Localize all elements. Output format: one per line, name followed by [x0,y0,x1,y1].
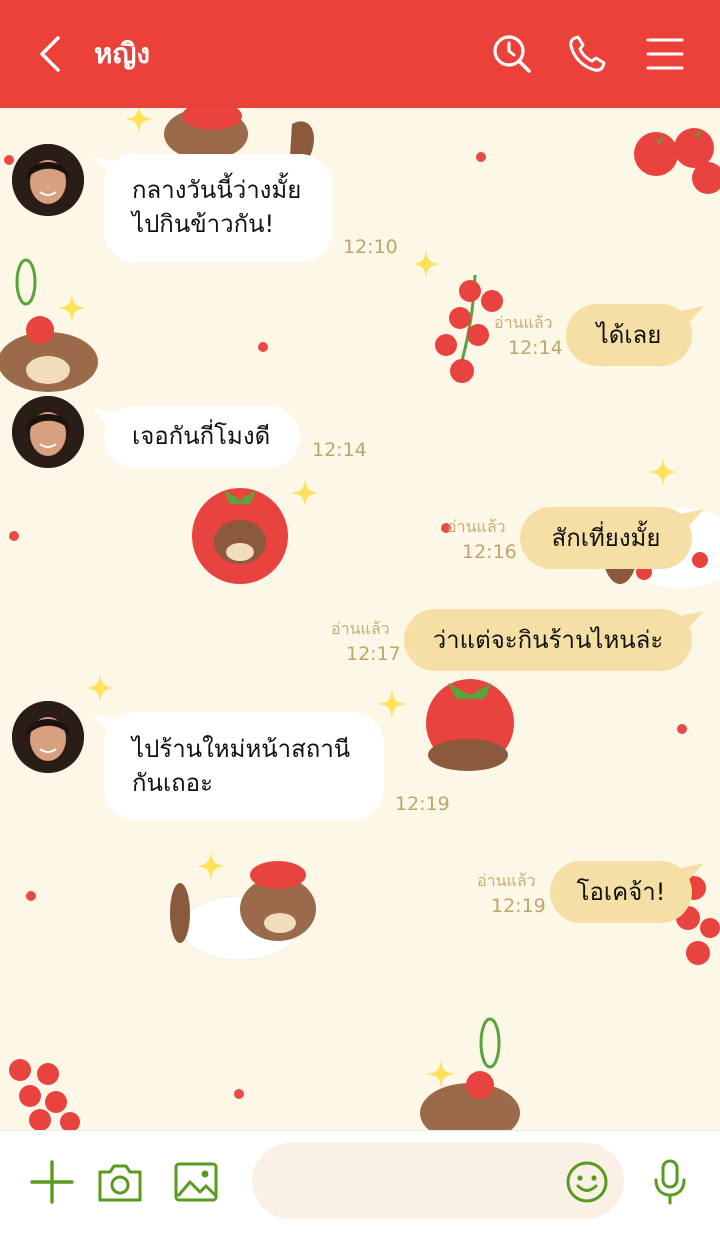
message-time: 12:14 [508,337,563,359]
sparkle-icon [85,673,115,703]
message-bubble-outgoing[interactable]: ได้เลย [566,304,692,366]
sparkle-icon [124,108,154,134]
message-bubble-incoming[interactable]: กลางวันนี้ว่างมั้ย ไปกินข้าวกัน! [104,154,332,262]
search-history-button[interactable] [488,30,536,78]
camera-button[interactable] [96,1158,144,1210]
menu-button[interactable] [641,30,689,78]
puppy-sticker [420,1017,520,1130]
message-time: 12:10 [343,236,398,258]
image-button[interactable] [172,1158,220,1210]
back-button[interactable] [30,30,74,78]
puppy-sticker [426,679,514,771]
message-bubble-incoming[interactable]: ไปร้านใหม่หน้าสถานี กันเถอะ [104,712,384,820]
sparkle-icon [648,457,678,487]
message-time: 12:16 [462,541,517,563]
avatar[interactable] [12,396,84,468]
voice-button[interactable] [646,1158,694,1210]
add-button[interactable] [28,1158,76,1210]
message-time: 12:19 [395,793,450,815]
avatar[interactable] [12,144,84,216]
camera-icon [98,1164,142,1202]
message-time: 12:17 [346,643,401,665]
image-icon [174,1162,218,1202]
microphone-icon [654,1159,686,1205]
puppy-sticker [192,488,288,584]
chat-header: หญิง [0,0,720,108]
menu-icon [646,38,684,70]
message-bubble-outgoing[interactable]: โอเคจ้า! [550,861,692,923]
plus-icon [30,1160,74,1204]
avatar[interactable] [12,701,84,773]
read-receipt: อ่านแล้ว [331,619,390,638]
back-arrow-icon [40,36,60,72]
message-composer [0,1130,720,1233]
emoji-icon [566,1161,608,1203]
tomato-icon [634,128,720,194]
message-bubble-outgoing[interactable]: ว่าแต่จะกินร้านไหนล่ะ [404,609,692,671]
puppy-sticker [0,258,98,392]
message-time: 12:19 [491,895,546,917]
read-receipt: อ่านแล้ว [447,517,506,536]
search-history-icon [493,35,531,73]
read-receipt: อ่านแล้ว [494,313,553,332]
tomato-icon [9,1059,80,1130]
chat-area[interactable]: กลางวันนี้ว่างมั้ย ไปกินข้าวกัน! 12:10 ไ… [0,108,720,1130]
message-time: 12:14 [312,439,367,461]
message-bubble-incoming[interactable]: เจอกันกี่โมงดี [104,406,300,468]
phone-icon [569,35,606,72]
puppy-sticker [170,861,316,961]
call-button[interactable] [563,30,611,78]
read-receipt: อ่านแล้ว [477,871,536,890]
emoji-button[interactable] [563,1158,611,1210]
message-bubble-outgoing[interactable]: สักเที่ยงมั้ย [520,507,692,569]
sparkle-icon [377,689,407,719]
chat-title: หญิง [94,37,150,70]
